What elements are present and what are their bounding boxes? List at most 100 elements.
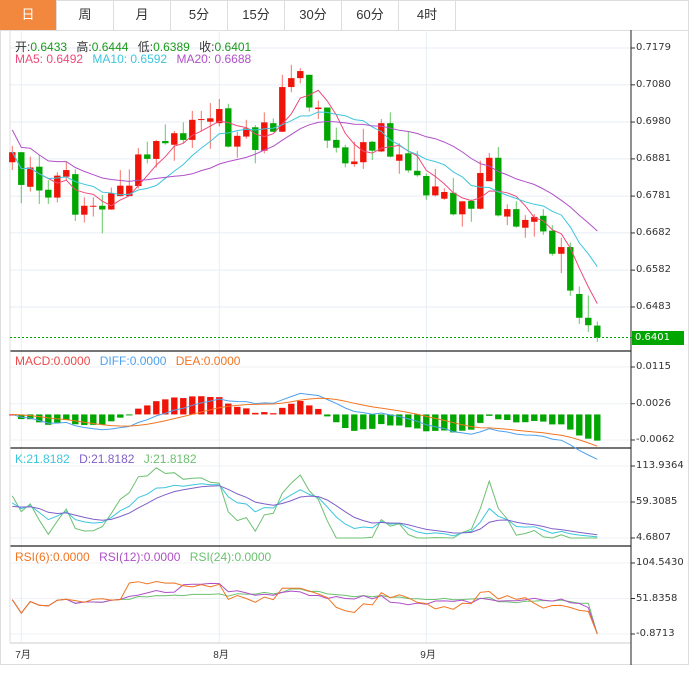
candle-down [468,200,475,209]
macd-legend: MACD:0.0000 DIFF:0.0000 DEA:0.0000 [15,354,246,368]
macd-bar [306,405,313,415]
rsi12-line [11,582,598,635]
macd-bar [540,414,547,422]
month-label: 8月 [213,650,229,661]
ma10-value: MA10: 0.6592 [92,52,168,66]
candle-up [207,118,214,122]
macd-bar [171,397,178,415]
candle-up [459,201,466,215]
candle-down [252,127,259,150]
candle-up [522,219,529,228]
candle-up [27,167,34,187]
candle-up [153,141,160,159]
candle-down [99,205,106,210]
price-axis-label: 0.6483 [636,300,671,312]
macd-bar [207,396,214,415]
macd-bar [99,414,106,425]
k-line [12,483,598,538]
candle-up [504,209,511,217]
candle-up [108,193,115,210]
macd-bar [225,403,232,415]
macd-bar [468,414,475,430]
macd-bar [108,414,115,422]
candle-up [360,142,367,163]
month-label: 7月 [15,650,31,661]
candle-up [432,186,439,196]
macd-bar [351,414,358,431]
rsi24-value: RSI(24):0.0000 [189,550,272,564]
macd-bar [459,414,466,431]
price-axis-label: 0.6582 [636,264,671,276]
macd-bar [360,414,367,430]
rsi-legend: RSI(6):0.0000 RSI(12):0.0000 RSI(24):0.0… [15,550,277,564]
j-line [11,467,598,539]
macd-bar [126,414,133,416]
candle-up [558,247,565,254]
candle-down [414,170,421,176]
candle-down [594,325,601,338]
candle-down [306,74,313,108]
price-axis-label: 0.6881 [636,152,671,164]
macd-bar [369,414,376,429]
macd-bar [279,407,286,415]
rsi-axis-label: -0.8713 [636,628,675,639]
price-axis-label: 0.7179 [636,42,671,53]
candle-up [81,205,88,215]
candle-down [576,293,583,318]
macd-bar [477,414,484,423]
price-axis-label: 0.6781 [636,190,671,202]
candle-up [441,192,448,199]
macd-bar [324,414,331,417]
candle-down [369,141,376,151]
macd-bar [72,414,79,425]
macd-bar [576,414,583,436]
candle-down [36,166,43,191]
candle-up [54,175,61,198]
candle-down [495,157,502,216]
macd-bar [315,408,322,415]
candle-up [234,135,241,147]
candle-down [180,133,187,140]
macd-bar [180,398,187,415]
rsi6-line [11,580,598,635]
last-price-tag: 0.6401 [632,331,684,345]
macd-value: MACD:0.0000 [15,354,91,368]
macd-bar [531,414,538,421]
macd-axis-label: 0.0115 [636,361,671,372]
macd-bar [261,412,268,415]
candle-down [450,192,457,215]
dea-value: DEA:0.0000 [175,354,241,368]
macd-bar [378,414,385,425]
macd-bar [243,408,250,415]
kdj-axis-label: 59.3085 [636,496,678,507]
macd-bar [387,414,394,426]
macd-axis-label: 0.0026 [636,397,671,409]
candle-down [405,153,412,171]
diff-value: DIFF:0.0000 [99,354,167,368]
kdj-axis-label: 4.6807 [636,532,671,543]
macd-bar [432,414,439,431]
candle-down [225,108,232,147]
macd-bar [522,414,529,423]
candle-down [162,141,169,144]
macd-bar [234,406,241,415]
month-label: 9月 [420,650,436,661]
candle-up [63,170,70,177]
macd-bar [288,403,295,415]
kline-chart[interactable] [0,0,691,678]
macd-bar [486,414,493,416]
macd-bar [495,414,502,420]
rsi24-line [11,588,598,635]
candle-down [342,147,349,164]
candle-up [297,71,304,79]
macd-bar [135,408,142,415]
macd-bar [81,414,88,426]
candle-up [288,78,295,88]
macd-bar [252,412,259,415]
candle-down [549,230,556,254]
macd-bar [549,414,556,425]
macd-bar [567,414,574,430]
candle-up [198,119,205,121]
candle-up [315,107,322,110]
macd-bar [297,401,304,415]
